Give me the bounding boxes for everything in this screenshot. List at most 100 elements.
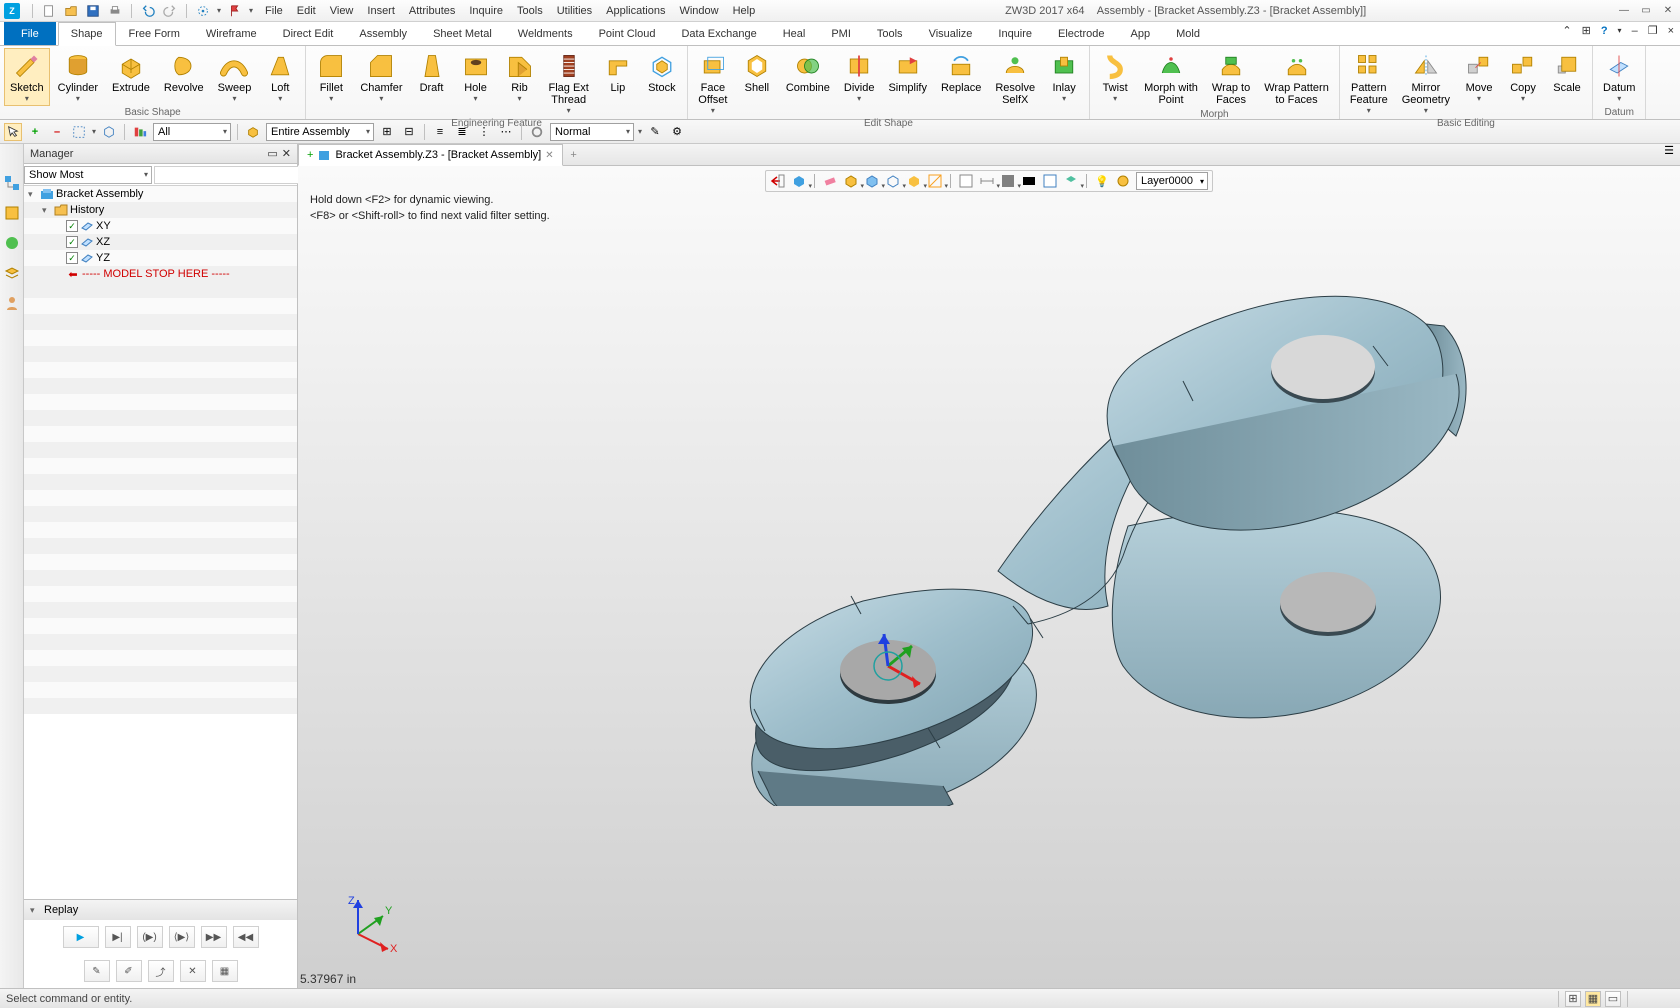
target-icon[interactable] — [195, 3, 211, 19]
align4-icon[interactable]: ⋯ — [497, 123, 515, 141]
flagextthread-button[interactable]: Flag Ext Thread▾ — [543, 48, 595, 118]
cursor-icon[interactable] — [4, 123, 22, 141]
new-icon[interactable] — [41, 3, 57, 19]
tree-model-stop[interactable]: ⬅ ----- MODEL STOP HERE ----- — [24, 266, 297, 282]
scale-button[interactable]: Scale — [1546, 48, 1588, 118]
tab-app[interactable]: App — [1118, 22, 1164, 45]
mirror-button[interactable]: Mirror Geometry▾ — [1396, 48, 1456, 118]
tree-plane-xz[interactable]: ✓ XZ — [24, 234, 297, 250]
lip-button[interactable]: Lip — [597, 48, 639, 118]
box-select-icon[interactable] — [70, 123, 88, 141]
tab-assembly[interactable]: Assembly — [346, 22, 420, 45]
tab-weldments[interactable]: Weldments — [505, 22, 586, 45]
sketch-button[interactable]: Sketch▾ — [4, 48, 50, 106]
display-combo[interactable]: Normal — [550, 123, 634, 141]
tabs-menu-icon[interactable]: ☰ — [1658, 144, 1680, 165]
extrude-button[interactable]: Extrude — [106, 48, 156, 106]
undo-icon[interactable] — [140, 3, 156, 19]
redo-icon[interactable] — [162, 3, 178, 19]
views-icon[interactable] — [3, 234, 21, 252]
tab-dataexchange[interactable]: Data Exchange — [668, 22, 769, 45]
assembly-icon[interactable] — [3, 204, 21, 222]
tab-shape[interactable]: Shape — [58, 22, 116, 46]
wraptofaces-button[interactable]: Wrap to Faces — [1206, 48, 1256, 109]
layers-icon[interactable] — [3, 264, 21, 282]
tool2-button[interactable]: ✐ — [116, 960, 142, 982]
align1-icon[interactable]: ≡ — [431, 123, 449, 141]
simplify-button[interactable]: Simplify — [882, 48, 933, 118]
skip-button[interactable]: (▶) — [137, 926, 163, 948]
display-i1-icon[interactable]: ⊞ — [378, 123, 396, 141]
history-tree-icon[interactable] — [3, 174, 21, 192]
menu-insert[interactable]: Insert — [367, 5, 395, 17]
pattern-button[interactable]: Pattern Feature▾ — [1344, 48, 1394, 118]
wrappattern-button[interactable]: Wrap Pattern to Faces — [1258, 48, 1335, 109]
menu-view[interactable]: View — [330, 5, 354, 17]
add-icon[interactable]: + — [26, 123, 44, 141]
copy-button[interactable]: Copy▾ — [1502, 48, 1544, 118]
scope-combo[interactable]: Entire Assembly — [266, 123, 374, 141]
filter-icon[interactable] — [131, 123, 149, 141]
tab-heal[interactable]: Heal — [770, 22, 819, 45]
maximize-icon[interactable]: ▭ — [1638, 4, 1654, 18]
hex-select-icon[interactable] — [100, 123, 118, 141]
other-icon[interactable] — [3, 294, 21, 312]
rib-button[interactable]: Rib▾ — [499, 48, 541, 118]
tree-search-input[interactable] — [154, 166, 306, 184]
tab-pointcloud[interactable]: Point Cloud — [586, 22, 669, 45]
flag-icon[interactable] — [227, 3, 243, 19]
tab-wireframe[interactable]: Wireframe — [193, 22, 270, 45]
menu-inquire[interactable]: Inquire — [469, 5, 503, 17]
revolve-button[interactable]: Revolve — [158, 48, 210, 106]
stock-button[interactable]: Stock — [641, 48, 683, 118]
chamfer-button[interactable]: Chamfer▾ — [354, 48, 408, 118]
loft-button[interactable]: Loft▾ — [259, 48, 301, 106]
shell-button[interactable]: Shell — [736, 48, 778, 118]
tab-freeform[interactable]: Free Form — [116, 22, 193, 45]
tab-electrode[interactable]: Electrode — [1045, 22, 1117, 45]
tab-visualize[interactable]: Visualize — [916, 22, 986, 45]
tab-pmi[interactable]: PMI — [818, 22, 864, 45]
save-icon[interactable] — [85, 3, 101, 19]
tab-file[interactable]: File — [4, 22, 56, 45]
replace-button[interactable]: Replace — [935, 48, 987, 118]
mdi-minimize-icon[interactable]: – — [1632, 25, 1638, 37]
status-icon-3[interactable]: ▭ — [1605, 991, 1621, 1007]
tree-plane-yz[interactable]: ✓ YZ — [24, 250, 297, 266]
snap-button[interactable]: ▦ — [212, 960, 238, 982]
tab-tools[interactable]: Tools — [864, 22, 916, 45]
menu-tools[interactable]: Tools — [517, 5, 543, 17]
tool3-button[interactable]: ⤴ — [148, 960, 174, 982]
hole-button[interactable]: Hole▾ — [455, 48, 497, 118]
align3-icon[interactable]: ⋮ — [475, 123, 493, 141]
menu-help[interactable]: Help — [733, 5, 756, 17]
menu-applications[interactable]: Applications — [606, 5, 665, 17]
menu-file[interactable]: File — [265, 5, 283, 17]
rewind-button[interactable]: ◀◀ — [233, 926, 259, 948]
to-end-button[interactable]: ⟨▶⟩ — [169, 926, 195, 948]
combine-button[interactable]: Combine — [780, 48, 836, 118]
tab-sheetmetal[interactable]: Sheet Metal — [420, 22, 505, 45]
filter-combo[interactable]: All — [153, 123, 231, 141]
print-icon[interactable] — [107, 3, 123, 19]
tab-close-icon[interactable]: ✕ — [545, 150, 553, 161]
fillet-button[interactable]: Fillet▾ — [310, 48, 352, 118]
doc-tab[interactable]: + Bracket Assembly.Z3 - [Bracket Assembl… — [298, 144, 563, 166]
menu-utilities[interactable]: Utilities — [557, 5, 592, 17]
mdi-close-icon[interactable]: × — [1668, 25, 1674, 37]
open-icon[interactable] — [63, 3, 79, 19]
tool1-button[interactable]: ✎ — [84, 960, 110, 982]
ff-button[interactable]: ▶▶ — [201, 926, 227, 948]
lock-icon[interactable] — [528, 123, 546, 141]
cylinder-button[interactable]: Cylinder▾ — [52, 48, 104, 106]
3d-viewport[interactable]: Hold down <F2> for dynamic viewing. <F8>… — [298, 166, 1680, 988]
twist-button[interactable]: Twist▾ — [1094, 48, 1136, 109]
help-icon[interactable]: ? — [1601, 25, 1608, 37]
inlay-button[interactable]: Inlay▾ — [1043, 48, 1085, 118]
extra1-icon[interactable]: ✎ — [646, 123, 664, 141]
faceoffset-button[interactable]: Face Offset▾ — [692, 48, 734, 118]
resolveselfx-button[interactable]: Resolve SelfX — [989, 48, 1041, 118]
align2-icon[interactable]: ≣ — [453, 123, 471, 141]
display-i2-icon[interactable]: ⊟ — [400, 123, 418, 141]
mdi-restore-icon[interactable]: ❐ — [1648, 24, 1658, 37]
